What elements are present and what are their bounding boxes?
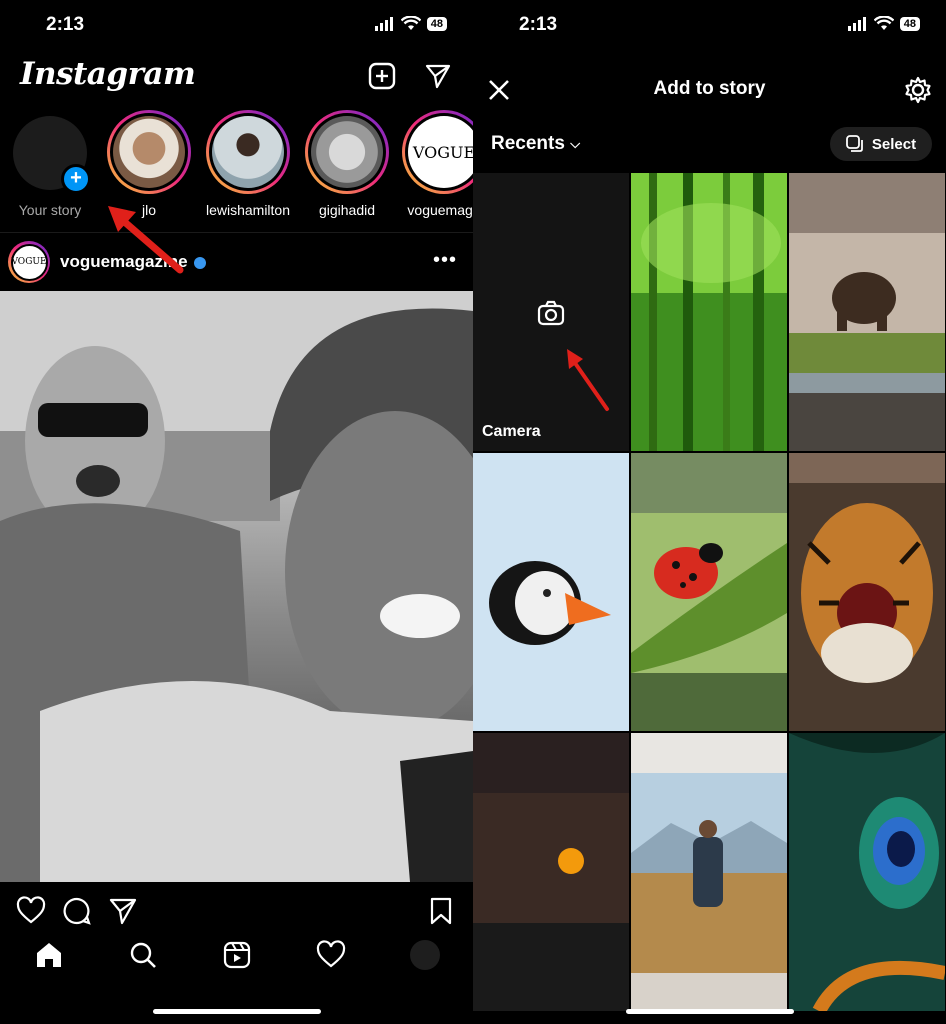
wifi-icon — [400, 16, 421, 30]
story-label: gigihadid — [318, 202, 376, 218]
story-label: lewishamilton — [205, 202, 291, 218]
post-avatar-text: VOGUE — [10, 243, 48, 281]
story-jlo[interactable]: jlo — [105, 110, 193, 218]
story-lewishamilton[interactable]: lewishamilton — [204, 110, 292, 218]
instagram-logo[interactable]: Instagram — [20, 56, 196, 92]
post-photo[interactable] — [0, 291, 473, 882]
profile-avatar-icon[interactable] — [410, 940, 440, 970]
puffin-photo-image — [473, 453, 629, 731]
reels-icon[interactable] — [222, 940, 252, 970]
comment-bubble-icon[interactable] — [62, 896, 92, 926]
status-bar: 2:13 48 — [473, 0, 946, 50]
recents-label: Recents — [491, 133, 565, 154]
activity-heart-icon[interactable] — [316, 940, 346, 970]
post-photo-image — [0, 291, 473, 882]
story-avatar — [113, 116, 185, 188]
vogue-avatar-text: VOGUE — [412, 142, 473, 162]
media-thumbnail-ladybug[interactable] — [631, 453, 787, 731]
camera-tile[interactable]: Camera — [473, 173, 629, 451]
status-icons: 48 — [374, 16, 447, 31]
media-thumbnail-puffin[interactable] — [473, 453, 629, 731]
ladybug-photo-image — [631, 453, 787, 731]
post-header: VOGUE voguemagazine ••• — [0, 232, 473, 289]
red-annotation-arrow-icon — [567, 349, 609, 411]
story-gigihadid[interactable]: gigihadid — [303, 110, 391, 218]
select-label: Select — [871, 135, 917, 153]
multi-select-icon — [845, 135, 863, 152]
recents-album-dropdown[interactable]: Recents ⌵ — [491, 133, 580, 155]
page-title: Add to story — [653, 78, 766, 99]
chevron-down-icon: ⌵ — [570, 135, 581, 151]
media-thumbnail-bamboo[interactable] — [631, 173, 787, 451]
post-author-avatar[interactable]: VOGUE — [8, 241, 50, 283]
save-bookmark-icon[interactable] — [426, 896, 456, 926]
home-indicator — [152, 1009, 321, 1014]
new-post-icon[interactable] — [368, 62, 396, 90]
status-icons: 48 — [847, 16, 920, 31]
bamboo-photo-image — [631, 173, 787, 451]
post-username-text[interactable]: voguemagazine — [60, 252, 188, 271]
verified-badge-icon — [193, 256, 206, 269]
post-action-bar — [0, 892, 473, 932]
camera-icon — [537, 300, 565, 326]
post-more-options-icon[interactable]: ••• — [433, 249, 457, 272]
battery-level: 48 — [426, 16, 447, 31]
media-thumbnail-tiger[interactable] — [789, 453, 945, 731]
media-thumbnail-field-person[interactable] — [631, 733, 787, 1011]
tiger-photo-image — [789, 453, 945, 731]
cellular-signal-icon — [847, 16, 866, 31]
peacock-feather-photo-image — [789, 733, 945, 1011]
story-avatar — [212, 116, 284, 188]
story-your-story[interactable]: + Your story — [6, 110, 94, 218]
home-indicator — [625, 1009, 794, 1014]
status-time: 2:13 — [46, 14, 85, 35]
media-thumbnail-sunset[interactable] — [473, 733, 629, 1011]
status-time: 2:13 — [519, 14, 558, 35]
cellular-signal-icon — [374, 16, 393, 31]
add-to-story-header: Add to story — [473, 60, 946, 120]
story-label: voguemaga — [407, 202, 473, 218]
media-thumbnail-bear[interactable] — [789, 173, 945, 451]
instagram-feed-screen: 2:13 48 Instagram + Your story jlo lewis… — [0, 0, 473, 1024]
wifi-icon — [873, 16, 894, 30]
direct-messages-icon[interactable] — [424, 62, 452, 90]
like-heart-icon[interactable] — [16, 896, 46, 926]
battery-level: 48 — [899, 16, 920, 31]
share-send-icon[interactable] — [108, 896, 138, 926]
camera-label: Camera — [482, 423, 541, 440]
add-story-plus-icon[interactable]: + — [61, 164, 91, 194]
home-icon[interactable] — [34, 940, 64, 970]
settings-gear-icon[interactable] — [904, 76, 932, 104]
story-avatar — [311, 116, 383, 188]
post-username[interactable]: voguemagazine — [60, 252, 206, 272]
media-thumbnail-peacock-feather[interactable] — [789, 733, 945, 1011]
bear-photo-image — [789, 173, 945, 451]
sunset-photo-image — [473, 733, 629, 1011]
story-voguemagazine[interactable]: VOGUE voguemaga — [400, 110, 473, 218]
bottom-tab-bar — [0, 938, 473, 978]
select-button[interactable]: Select — [830, 127, 932, 161]
story-label: jlo — [141, 202, 156, 218]
status-bar: 2:13 48 — [0, 0, 473, 50]
search-icon[interactable] — [128, 940, 158, 970]
field-person-photo-image — [631, 733, 787, 1011]
add-to-story-screen: 2:13 48 Add to story Recents ⌵ Select Ca… — [473, 0, 946, 1024]
your-story-avatar[interactable]: + — [13, 116, 91, 194]
story-avatar: VOGUE — [408, 116, 473, 188]
stories-tray: + Your story jlo lewishamilton gigihadid… — [0, 110, 473, 228]
story-label: Your story — [18, 202, 82, 218]
